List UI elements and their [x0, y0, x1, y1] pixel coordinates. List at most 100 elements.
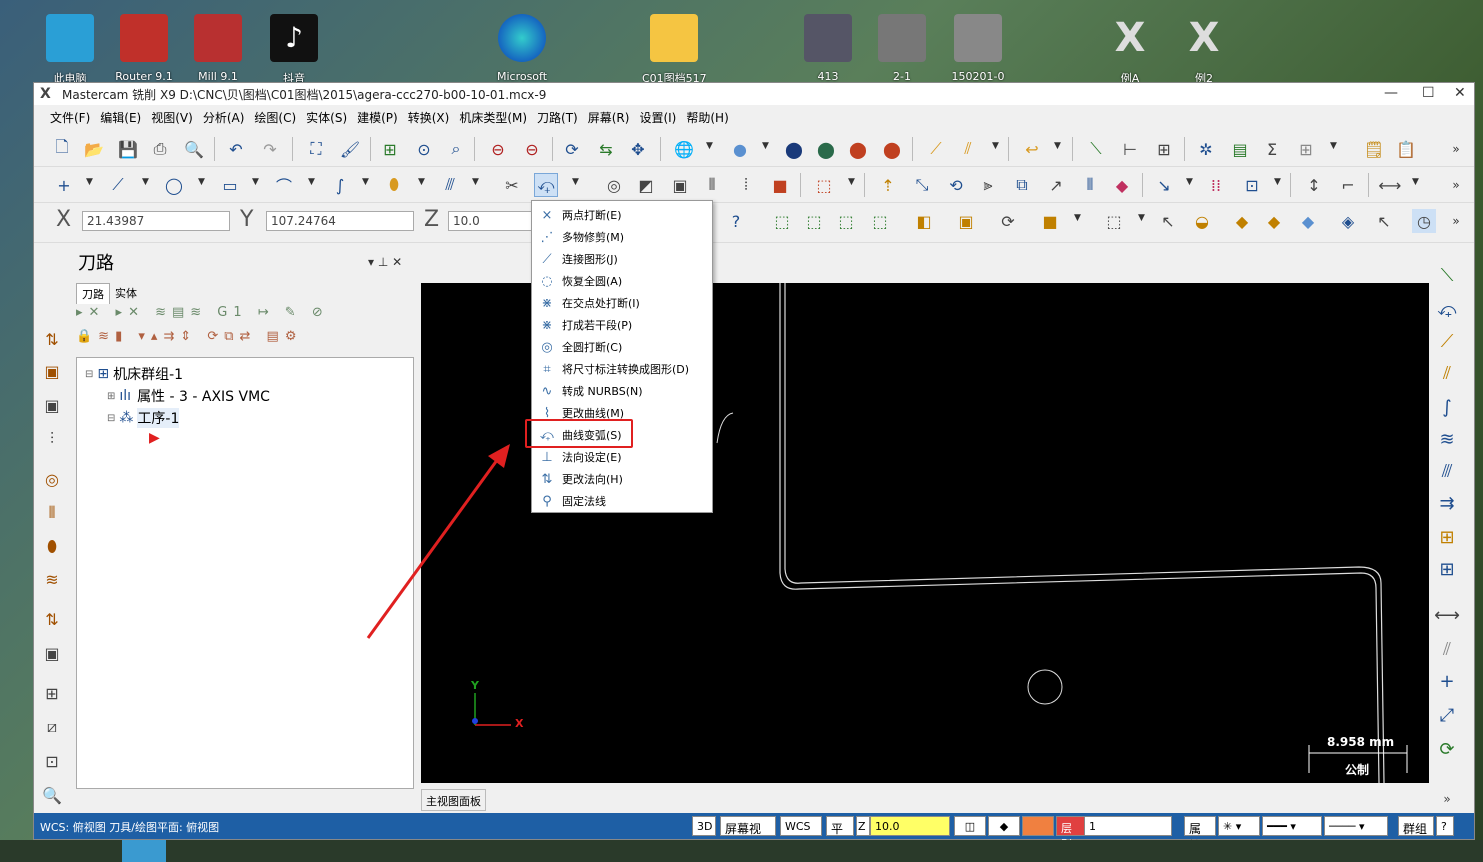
rectangle-icon[interactable]: ▭ [218, 173, 242, 197]
line-style-icon[interactable]: ──── ▾ [1324, 816, 1388, 836]
section-icon[interactable]: ⬤ [880, 137, 904, 161]
chevron-down-icon[interactable]: ▼ [1054, 141, 1061, 151]
line-width-icon[interactable]: ━━━ ▾ [1262, 816, 1322, 836]
status-help-button[interactable]: ? [1436, 816, 1454, 836]
mirror-icon[interactable]: ⫸ [976, 173, 1000, 197]
menu-item-convert-nurbs[interactable]: ∿ 转成 NURBS(N) [532, 380, 712, 402]
desktop-icon-150201[interactable]: 150201-0 [946, 14, 1010, 83]
projection-icon[interactable]: ◆ [1110, 173, 1134, 197]
menu-edit[interactable]: 编辑(E) [100, 109, 141, 126]
pocket-icon[interactable]: ◎ [602, 173, 626, 197]
chevron-down-icon[interactable]: ▼ [252, 177, 259, 187]
toolbar-overflow-icon[interactable]: » [1444, 173, 1468, 197]
menu-xform[interactable]: 转换(X) [408, 109, 450, 126]
menu-settings[interactable]: 设置(I) [639, 109, 676, 126]
chevron-down-icon[interactable]: ▼ [86, 177, 93, 187]
solid-box3-icon[interactable]: ◆ [1296, 209, 1320, 233]
status-level-input[interactable]: 1 [1084, 816, 1172, 836]
grid-icon[interactable]: ⊞ [1294, 137, 1318, 161]
desktop-icon-douyin[interactable]: ♪ 抖音 [262, 14, 326, 86]
chevron-down-icon[interactable]: ▼ [1138, 213, 1145, 223]
side-tool-12-icon[interactable]: ⧄ [38, 715, 66, 739]
y-coordinate-input[interactable]: 107.24764 [266, 211, 414, 231]
sphere-icon[interactable]: ● [728, 137, 752, 161]
surface-rough-icon[interactable]: ⦙ [734, 173, 758, 197]
note-icon[interactable]: ⌐ [1336, 173, 1360, 197]
desktop-icon-edge[interactable]: Microsoft [490, 14, 554, 83]
drill-icon[interactable]: ⦀ [700, 173, 724, 197]
status-groups-button[interactable]: 群组 [1398, 816, 1434, 836]
select-only-icon[interactable]: ▣ [954, 209, 978, 233]
chevron-down-icon[interactable]: ▼ [1186, 177, 1193, 187]
print-icon[interactable]: ⎙ [148, 137, 172, 161]
status-attributes-button[interactable]: 属性 [1184, 816, 1216, 853]
sum-icon[interactable]: Σ [1260, 137, 1284, 161]
rotate-icon[interactable]: ⟳ [560, 137, 584, 161]
chevron-down-icon[interactable]: ▼ [308, 177, 315, 187]
maximize-button[interactable]: ☐ [1422, 85, 1435, 101]
status-plane-button[interactable]: 平面 [826, 816, 854, 853]
select-all-icon[interactable]: ◧ [912, 209, 936, 233]
desktop-icon-folder[interactable]: C01图档517 [642, 14, 706, 86]
right-tool-14-icon[interactable]: ⤢ [1432, 701, 1462, 729]
rect-array-icon[interactable]: ⁞⁞ [1204, 173, 1228, 197]
right-tool-7-icon[interactable]: ⫻ [1432, 457, 1462, 485]
dynamic-rotate-icon[interactable]: ⇆ [594, 137, 618, 161]
point-style-icon[interactable]: ✳ ▾ [1218, 816, 1260, 836]
panel-controls[interactable]: ▾ ⊥ ✕ [368, 255, 402, 269]
pointer-icon[interactable]: ↖ [1156, 209, 1180, 233]
fillet-icon[interactable]: ⌒ [272, 173, 296, 197]
box-front-icon[interactable]: ⬚ [802, 209, 826, 233]
chevron-down-icon[interactable]: ▼ [762, 141, 769, 151]
status-3d-button[interactable]: 3D [692, 816, 716, 836]
color-swatch-icon[interactable]: ◫ [954, 816, 986, 836]
menu-item-fix-normal[interactable]: ⚲ 固定法线 [532, 490, 712, 512]
toolpath-toolbar-row1[interactable]: ▸✕ ▸✕ ≋▤≋ G1 ↦ ✎ ⊘ [76, 305, 366, 327]
status-z-input[interactable]: 10.0 [870, 816, 950, 836]
chevron-down-icon[interactable]: ▼ [472, 177, 479, 187]
zoom-out-icon[interactable]: ⊖ [520, 137, 544, 161]
clock-icon[interactable]: ◷ [1412, 209, 1436, 233]
status-screen-view-button[interactable]: 屏幕视图 [720, 816, 776, 853]
statistics-icon[interactable]: ⊞ [1152, 137, 1176, 161]
toolbar-overflow-icon[interactable]: » [1444, 209, 1468, 233]
right-tool-10-icon[interactable]: ⊞ [1432, 555, 1462, 583]
menu-help[interactable]: 帮助(H) [686, 109, 728, 126]
right-tool-1-icon[interactable]: ⟍ [1432, 261, 1462, 289]
side-tool-6-icon[interactable]: ⦀ [38, 501, 66, 525]
chevron-down-icon[interactable]: ▼ [142, 177, 149, 187]
side-tool-11-icon[interactable]: ⊞ [38, 681, 66, 705]
tab-solids[interactable]: 实体 [110, 283, 142, 303]
analyze-icon[interactable]: ⟍ [1084, 137, 1108, 161]
menu-model[interactable]: 建模(P) [357, 109, 398, 126]
toolbar-overflow-icon[interactable]: » [1444, 137, 1468, 161]
pan-icon[interactable]: ✥ [626, 137, 650, 161]
run-addin-icon[interactable]: ▤ [1228, 137, 1252, 161]
drag-icon[interactable]: ↘ [1152, 173, 1176, 197]
status-wcs-button[interactable]: WCS [780, 816, 822, 836]
menu-machine-type[interactable]: 机床类型(M) [459, 109, 527, 126]
menu-item-close-arc[interactable]: ◌ 恢复全圆(A) [532, 270, 712, 292]
tree-machine-group[interactable]: ⊟ ⊞ 机床群组-1 [85, 364, 183, 384]
chevron-down-icon[interactable]: ▼ [848, 177, 855, 187]
menu-item-drafting-to-geometry[interactable]: ⌗ 将尺寸标注转换成图形(D) [532, 358, 712, 380]
globe-view-icon[interactable]: 🌐 [672, 137, 696, 161]
right-tool-3-icon[interactable]: ⟋ [1432, 327, 1462, 355]
desktop-icon-router[interactable]: Router 9.1 [112, 14, 176, 83]
zoom-target-icon[interactable]: ⊙ [412, 137, 436, 161]
viewport-tab[interactable]: 主视图面板 [421, 789, 486, 811]
desktop-icon-mill[interactable]: Mill 9.1 [186, 14, 250, 83]
facemill-icon[interactable]: ▣ [668, 173, 692, 197]
dimension-icon[interactable]: ↕ [1302, 173, 1326, 197]
zoom-selected-icon[interactable]: ⌕ [444, 137, 468, 161]
chevron-down-icon[interactable]: ▼ [362, 177, 369, 187]
desktop-icon-this-pc[interactable]: 此电脑 [38, 14, 102, 86]
side-tool-10-icon[interactable]: ▣ [38, 641, 66, 665]
chevron-down-icon[interactable]: ▼ [198, 177, 205, 187]
chevron-down-icon[interactable]: ▼ [418, 177, 425, 187]
solid-box2-icon[interactable]: ◆ [1262, 209, 1286, 233]
menu-item-set-normal[interactable]: ⊥ 法向设定(E) [532, 446, 712, 468]
refresh-select-icon[interactable]: ⟳ [996, 209, 1020, 233]
desktop-icon-2-1[interactable]: 2-1 [870, 14, 934, 83]
surface-icon[interactable]: ⫻ [438, 173, 462, 197]
